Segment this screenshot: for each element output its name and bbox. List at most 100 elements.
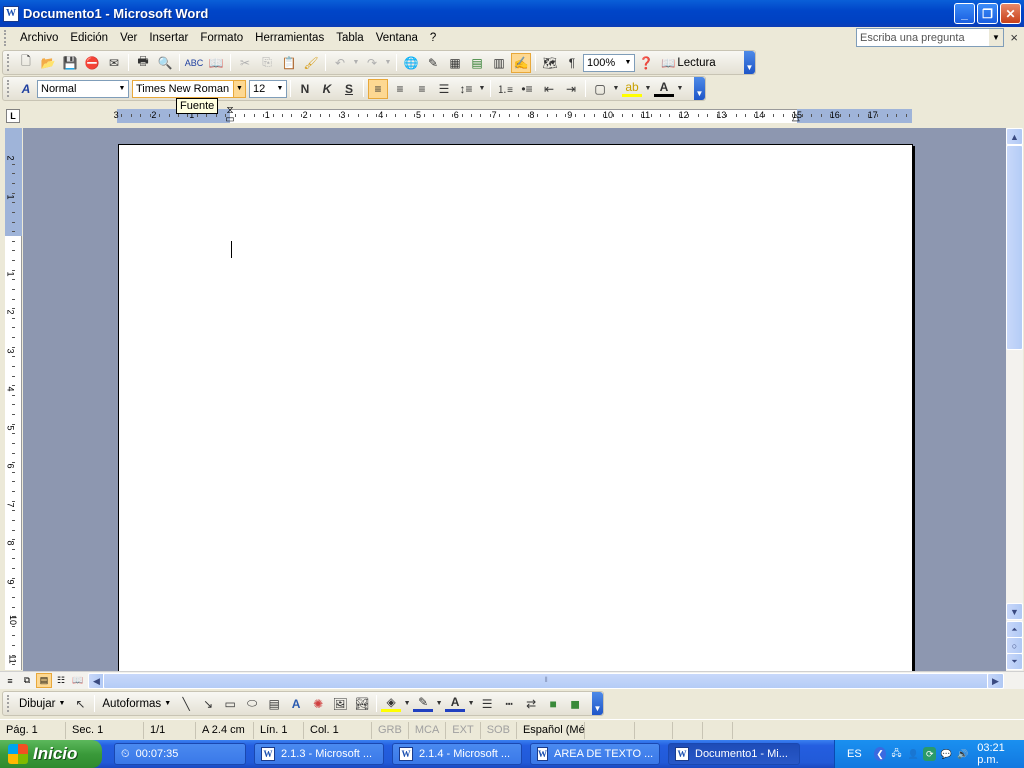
menu-help[interactable]: ? — [424, 32, 442, 44]
word-app-icon[interactable]: W — [3, 5, 19, 22]
toolbar-grip[interactable] — [7, 80, 11, 97]
toolbar-options-icon[interactable]: ▼ — [592, 692, 603, 715]
3d-icon[interactable]: ◼ — [565, 694, 585, 714]
copy-icon[interactable]: ⎘ — [257, 53, 277, 73]
menu-ventana[interactable]: Ventana — [370, 32, 424, 44]
paste-icon[interactable]: 📋 — [279, 53, 299, 73]
toolbar-options-icon[interactable]: ▼ — [694, 77, 705, 100]
font-size-select[interactable]: 12 ▼ — [249, 79, 287, 98]
oval-icon[interactable]: ⬭ — [242, 694, 262, 714]
title-bar[interactable]: W Documento1 - Microsoft Word _ ❐ ✕ — [0, 0, 1024, 27]
taskbar-item-timer[interactable]: ⏲ 00:07:35 — [114, 743, 246, 765]
tray-clock[interactable]: 03:21 p.m. — [977, 742, 1024, 766]
line-style-icon[interactable]: ☰ — [477, 694, 497, 714]
taskbar-item-doc-213[interactable]: W 2.1.3 - Microsoft ... — [254, 743, 384, 765]
align-left-icon[interactable]: ≡ — [368, 78, 388, 99]
toolbar-grip[interactable] — [7, 695, 11, 712]
vertical-ruler[interactable]: 2 1 1 2 3 4 5 6 7 8 9 10 11 — [5, 128, 22, 670]
redo-icon[interactable]: ↷ — [362, 53, 382, 73]
line-spacing-icon[interactable]: ↕≡ — [456, 79, 476, 99]
style-dropdown-icon[interactable]: ▼ — [116, 80, 128, 97]
menu-archivo[interactable]: Archivo — [14, 32, 64, 44]
tray-volume-icon[interactable]: 🔊 — [957, 747, 970, 761]
diagram-icon[interactable]: ✺ — [308, 694, 328, 714]
horizontal-scroll-thumb[interactable]: ⦀ — [103, 673, 989, 689]
scroll-down-icon[interactable]: ▼ — [1006, 603, 1023, 620]
increase-indent-icon[interactable]: ⇥ — [561, 79, 581, 99]
borders-icon[interactable]: ▢ — [590, 79, 610, 99]
tab-selector[interactable]: L — [6, 109, 20, 123]
style-select[interactable]: Normal ▼ — [37, 79, 129, 98]
tray-expand-icon[interactable]: ❮ — [873, 747, 887, 761]
font-size-dropdown-icon[interactable]: ▼ — [274, 80, 286, 97]
web-view-icon[interactable]: ⧉ — [19, 673, 35, 688]
menu-insertar[interactable]: Insertar — [143, 32, 194, 44]
line-color-dropdown-icon[interactable]: ▼ — [435, 694, 443, 714]
cut-icon[interactable]: ✂ — [235, 53, 255, 73]
draw-menu-button[interactable]: Dibujar ▼ — [15, 694, 69, 714]
zoom-select[interactable]: 100% ▼ — [583, 53, 635, 72]
zoom-dropdown-icon[interactable]: ▼ — [622, 54, 634, 71]
ask-question-input[interactable]: Escriba una pregunta ▼ — [856, 28, 1004, 47]
scroll-right-icon[interactable]: ▶ — [987, 673, 1004, 689]
menu-herramientas[interactable]: Herramientas — [249, 32, 330, 44]
line-icon[interactable]: ╲ — [176, 694, 196, 714]
tray-sync-icon[interactable]: ⟳ — [923, 747, 937, 761]
new-document-icon[interactable]: 🗋 — [16, 53, 36, 73]
bullets-icon[interactable]: •≡ — [517, 79, 537, 99]
next-page-icon[interactable]: ⏷ — [1006, 653, 1023, 670]
insert-excel-icon[interactable]: ▤ — [467, 53, 487, 73]
menu-formato[interactable]: Formato — [194, 32, 249, 44]
hyperlink-icon[interactable]: 🌐 — [401, 53, 421, 73]
borders-dropdown-icon[interactable]: ▼ — [612, 79, 620, 99]
print-icon[interactable]: 🖶 — [133, 53, 153, 73]
highlight-icon[interactable]: ab — [622, 80, 642, 97]
normal-view-icon[interactable]: ≡ — [2, 673, 18, 688]
show-hide-pilcrow-icon[interactable]: ¶ — [562, 53, 582, 73]
spelling-icon[interactable]: ABC — [184, 53, 204, 73]
rectangle-icon[interactable]: ▭ — [220, 694, 240, 714]
taskbar-item-documento1[interactable]: W Documento1 - Mi... — [668, 743, 800, 765]
right-indent-marker[interactable]: △ — [792, 112, 800, 123]
status-trk[interactable]: MCA — [409, 721, 447, 739]
textbox-icon[interactable]: ▤ — [264, 694, 284, 714]
clipart-icon[interactable]: 🖼 — [330, 694, 350, 714]
tables-borders-icon[interactable]: ✎ — [423, 53, 443, 73]
tray-chat-icon[interactable]: 💬 — [940, 747, 953, 761]
line-spacing-dropdown-icon[interactable]: ▼ — [478, 79, 486, 99]
font-dropdown-icon[interactable]: ▼ — [233, 80, 245, 97]
outline-view-icon[interactable]: ☷ — [53, 673, 69, 688]
undo-icon[interactable]: ↶ — [330, 53, 350, 73]
print-view-icon[interactable]: ▤ — [36, 673, 52, 688]
status-ovr[interactable]: SOB — [481, 721, 517, 739]
ruler-top-margin[interactable] — [5, 128, 22, 236]
decrease-indent-icon[interactable]: ⇤ — [539, 79, 559, 99]
document-map-icon[interactable]: 🗺 — [540, 53, 560, 73]
columns-icon[interactable]: ▥ — [489, 53, 509, 73]
autoshapes-menu-button[interactable]: Autoformas ▼ — [98, 694, 175, 714]
status-rec[interactable]: GRB — [372, 721, 409, 739]
font-color-dropdown-icon[interactable]: ▼ — [676, 79, 684, 99]
dash-style-icon[interactable]: ┅ — [499, 694, 519, 714]
document-page[interactable] — [118, 144, 913, 674]
toolbar-options-icon[interactable]: ▼ — [744, 51, 755, 74]
align-center-icon[interactable]: ≡ — [390, 79, 410, 99]
horizontal-scrollbar[interactable]: ◀ ⦀ ▶ — [88, 673, 1004, 689]
draw-font-color-dropdown-icon[interactable]: ▼ — [467, 694, 475, 714]
shadow-icon[interactable]: ■ — [543, 694, 563, 714]
format-painter-icon[interactable]: 🖌 — [301, 53, 321, 73]
redo-dropdown-icon[interactable]: ▼ — [384, 53, 392, 73]
insert-picture-icon[interactable]: 🏞 — [352, 694, 372, 714]
email-icon[interactable]: ✉ — [104, 53, 124, 73]
status-ext[interactable]: EXT — [446, 721, 481, 739]
indent-marker[interactable]: ⧖ ▭ — [225, 106, 235, 126]
menubar-grip[interactable] — [4, 30, 8, 46]
highlight-dropdown-icon[interactable]: ▼ — [644, 79, 652, 99]
tray-language[interactable]: ES — [847, 748, 862, 760]
tray-messenger-icon[interactable]: 👤 — [907, 747, 920, 761]
save-icon[interactable]: 💾 — [60, 53, 80, 73]
ask-dropdown-icon[interactable]: ▼ — [989, 29, 1003, 46]
insert-table-icon[interactable]: ▦ — [445, 53, 465, 73]
browse-object-icon[interactable]: ○ — [1006, 637, 1023, 654]
close-document-button[interactable]: × — [1010, 30, 1018, 45]
